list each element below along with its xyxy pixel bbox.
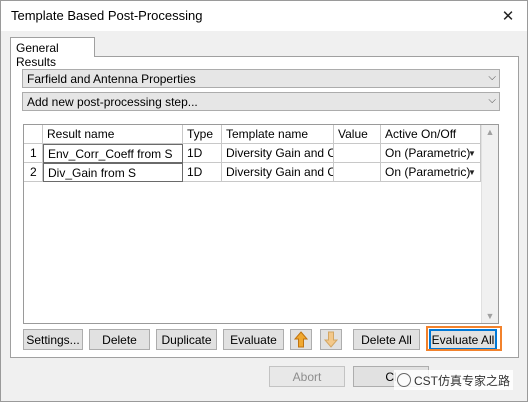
result-name-cell[interactable]: Div_Gain from S bbox=[43, 163, 183, 182]
active-dropdown[interactable]: On (Parametric) ▼ bbox=[381, 163, 481, 182]
arrow-up-icon bbox=[294, 331, 308, 348]
close-icon[interactable]: ✕ bbox=[497, 5, 519, 27]
result-name-cell[interactable]: Env_Corr_Coeff from S bbox=[43, 144, 183, 163]
tab-general-results[interactable]: General Results bbox=[10, 37, 95, 69]
chevron-down-icon[interactable]: ▼ bbox=[466, 146, 478, 160]
scroll-down-icon[interactable]: ▼ bbox=[482, 311, 498, 321]
column-header-active[interactable]: Active On/Off bbox=[381, 125, 481, 144]
category-dropdown-value: Farfield and Antenna Properties bbox=[27, 72, 196, 86]
watermark: CST仿真专家之路 bbox=[394, 370, 514, 390]
move-up-button[interactable] bbox=[290, 329, 312, 350]
window-title: Template Based Post-Processing bbox=[11, 8, 203, 23]
title-bar: Template Based Post-Processing ✕ bbox=[1, 1, 527, 31]
arrow-down-icon bbox=[324, 331, 338, 348]
active-dropdown-value: On (Parametric) bbox=[385, 146, 471, 160]
tab-panel: Farfield and Antenna Properties ⌵ Add ne… bbox=[10, 56, 519, 358]
active-dropdown-value: On (Parametric) bbox=[385, 165, 471, 179]
add-step-dropdown[interactable]: Add new post-processing step... ⌵ bbox=[22, 92, 500, 111]
value-cell bbox=[334, 163, 381, 182]
table-row[interactable]: 2 Div_Gain from S 1D Diversity Gain and … bbox=[24, 163, 481, 182]
template-name-cell: Diversity Gain and Corre bbox=[222, 163, 334, 182]
evaluate-button[interactable]: Evaluate bbox=[223, 329, 284, 350]
results-table: Result name Type Template name Value Act… bbox=[23, 124, 499, 324]
type-cell: 1D bbox=[183, 144, 222, 163]
abort-button[interactable]: Abort bbox=[269, 366, 345, 387]
highlight-box bbox=[426, 326, 502, 351]
delete-button[interactable]: Delete bbox=[89, 329, 150, 350]
scroll-up-icon[interactable]: ▲ bbox=[482, 127, 498, 137]
row-number: 1 bbox=[24, 144, 43, 163]
column-header-result-name[interactable]: Result name bbox=[43, 125, 183, 144]
column-header-value[interactable]: Value bbox=[334, 125, 381, 144]
vertical-scrollbar[interactable]: ▲ ▼ bbox=[481, 125, 498, 323]
column-header-type[interactable]: Type bbox=[183, 125, 222, 144]
wechat-icon bbox=[397, 373, 411, 387]
duplicate-button[interactable]: Duplicate bbox=[156, 329, 217, 350]
type-cell: 1D bbox=[183, 163, 222, 182]
chevron-down-icon[interactable]: ▼ bbox=[466, 165, 478, 179]
row-number: 2 bbox=[24, 163, 43, 182]
delete-all-button[interactable]: Delete All bbox=[353, 329, 420, 350]
add-step-dropdown-value: Add new post-processing step... bbox=[27, 95, 198, 109]
chevron-down-icon: ⌵ bbox=[488, 72, 496, 83]
dialog-window: Template Based Post-Processing ✕ General… bbox=[0, 0, 528, 402]
chevron-down-icon: ⌵ bbox=[488, 95, 496, 106]
category-dropdown[interactable]: Farfield and Antenna Properties ⌵ bbox=[22, 69, 500, 88]
column-header-template-name[interactable]: Template name bbox=[222, 125, 334, 144]
active-dropdown[interactable]: On (Parametric) ▼ bbox=[381, 144, 481, 163]
watermark-text: CST仿真专家之路 bbox=[414, 373, 511, 388]
template-name-cell: Diversity Gain and Corre bbox=[222, 144, 334, 163]
settings-button[interactable]: Settings... bbox=[23, 329, 83, 350]
table-corner-header bbox=[24, 125, 43, 144]
table-row[interactable]: 1 Env_Corr_Coeff from S 1D Diversity Gai… bbox=[24, 144, 481, 163]
move-down-button[interactable] bbox=[320, 329, 342, 350]
value-cell bbox=[334, 144, 381, 163]
